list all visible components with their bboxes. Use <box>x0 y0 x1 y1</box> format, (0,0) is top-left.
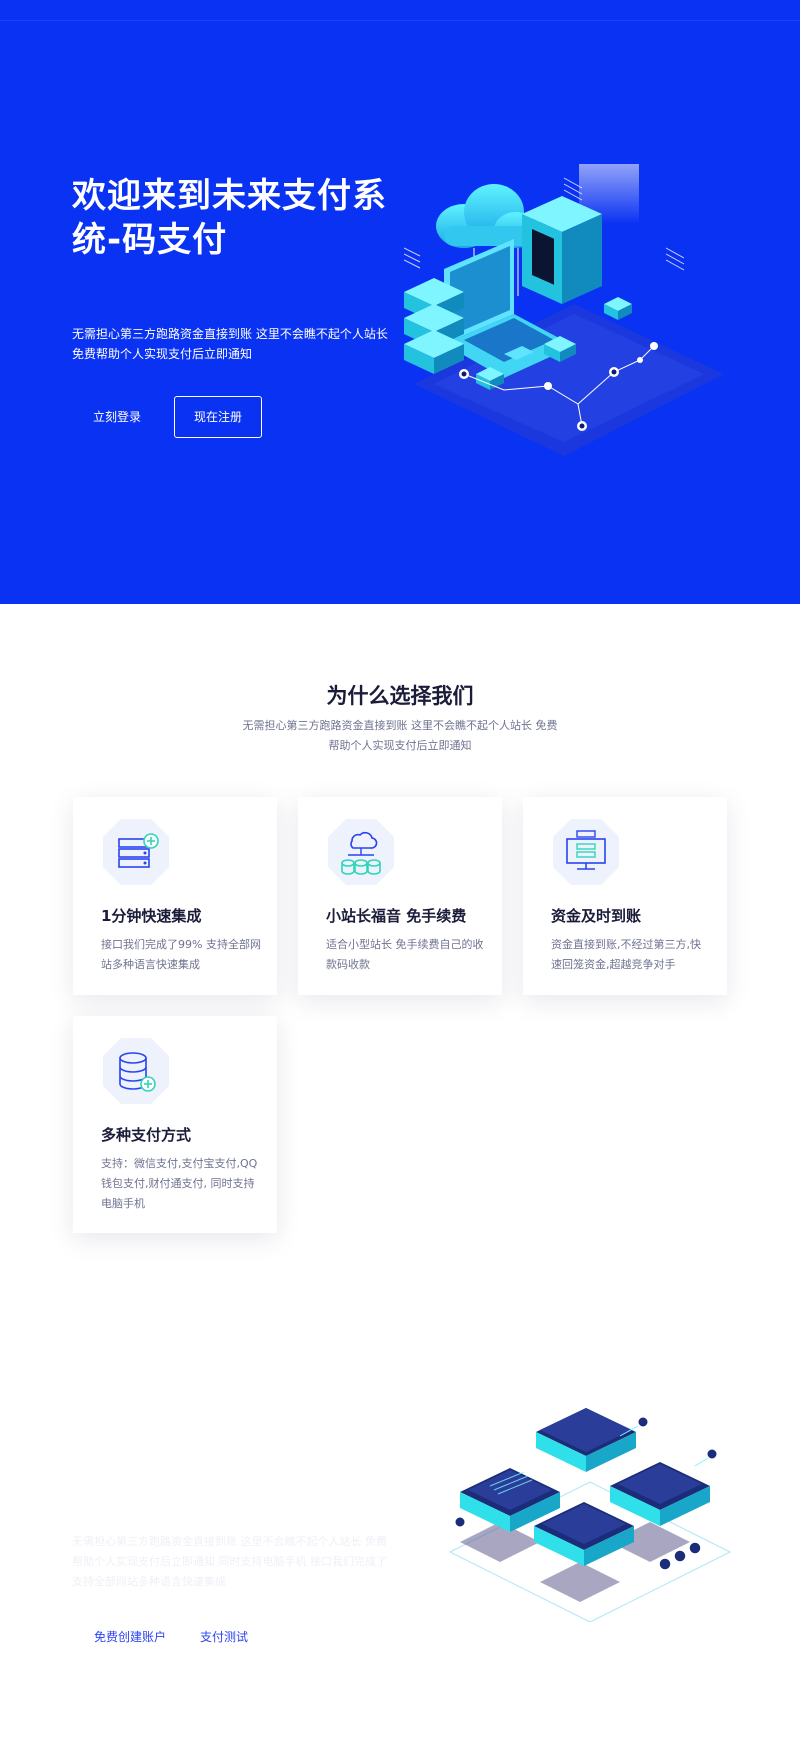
card-description: 支持：微信支付,支付宝支付,QQ钱包支付,财付通支付, 同时支持电脑手机 <box>101 1157 258 1210</box>
card-description: 资金直接到账,不经过第三方,快速回笼资金,超越竞争对手 <box>551 938 701 971</box>
card-title: 小站长福音 免手续费 <box>326 907 467 925</box>
section-subtitle: 无需担心第三方跑路资金直接到账 这里不会瞧不起个人站长 免费帮助个人实现支付后立… <box>242 719 558 752</box>
server-add-icon <box>101 817 171 887</box>
create-account-link[interactable]: 免费创建账户 <box>94 1628 166 1650</box>
header-divider <box>0 20 800 21</box>
card-description: 接口我们完成了99% 支持全部网站多种语言快速集成 <box>101 938 261 971</box>
cloud-database-icon <box>326 817 396 887</box>
server-stack <box>404 278 464 374</box>
monitor-server-icon <box>551 817 621 887</box>
card-title: 多种支付方式 <box>101 1126 192 1144</box>
hero-section: 欢迎来到未来支付系统-码支付 无需担心第三方跑路资金直接到账 这里不会瞧不起个人… <box>0 0 800 604</box>
server-tower <box>522 196 602 304</box>
feature-card: 多种支付方式 支持：微信支付,支付宝支付,QQ钱包支付,财付通支付, 同时支持电… <box>73 1016 277 1233</box>
card-title: 1分钟快速集成 <box>101 907 202 925</box>
login-button[interactable]: 立刻登录 <box>72 396 162 438</box>
bottom-description: 无需担心第三方跑路资金直接到账 这里不会瞧不起个人站长 免费帮助个人实现支付后立… <box>72 1535 387 1588</box>
register-button[interactable]: 现在注册 <box>174 396 262 438</box>
section-title: 为什么选择我们 <box>326 684 474 708</box>
card-description: 适合小型站长 免手续费自己的收款码收款 <box>326 938 484 971</box>
pay-test-link[interactable]: 支付测试 <box>200 1628 248 1650</box>
hero-title: 欢迎来到未来支付系统-码支付 <box>72 176 387 260</box>
database-add-icon <box>101 1036 171 1106</box>
server-cluster-illustration <box>448 1408 732 1622</box>
server-laptop-illustration <box>404 164 724 456</box>
card-title: 资金及时到账 <box>551 907 642 925</box>
feature-card: 小站长福音 免手续费 适合小型站长 免手续费自己的收款码收款 <box>298 797 502 995</box>
feature-card: 资金及时到账 资金直接到账,不经过第三方,快速回笼资金,超越竞争对手 <box>523 797 727 995</box>
feature-card: 1分钟快速集成 接口我们完成了99% 支持全部网站多种语言快速集成 <box>73 797 277 995</box>
hero-description: 无需担心第三方跑路资金直接到账 这里不会瞧不起个人站长 免费帮助个人实现支付后立… <box>72 327 388 361</box>
